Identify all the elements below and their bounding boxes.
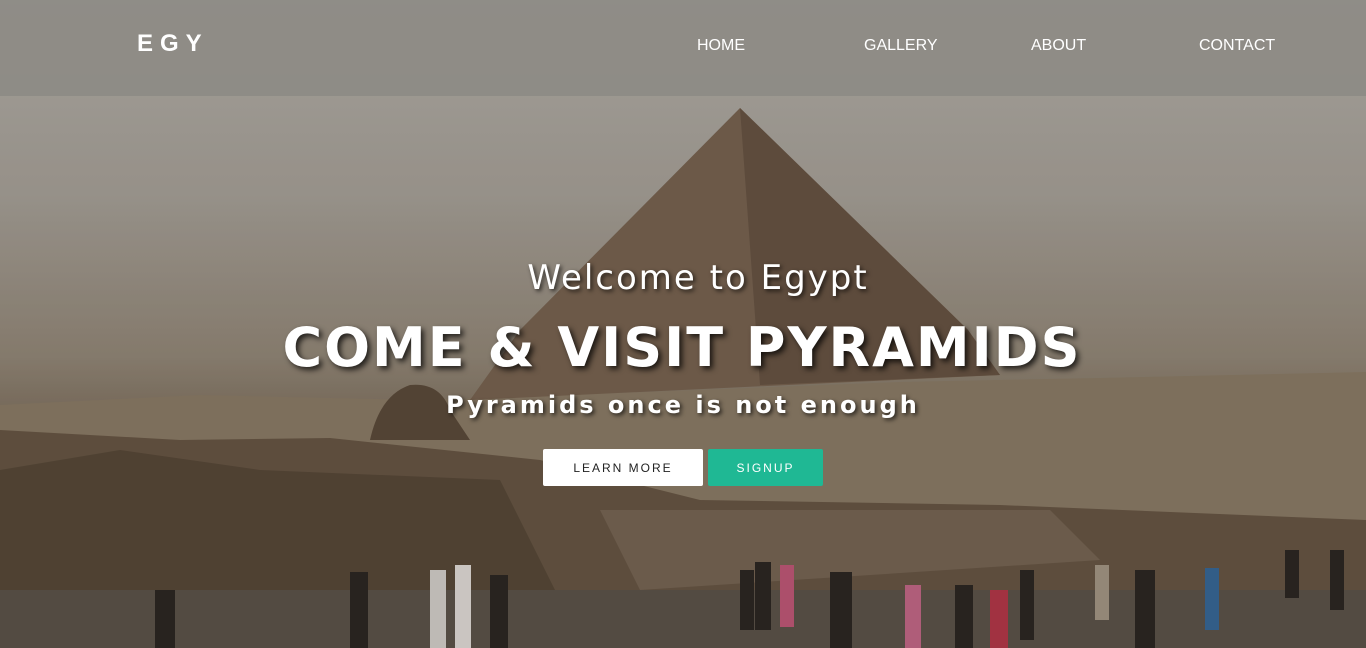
nav-about-link[interactable]: ABOUT xyxy=(1031,37,1086,55)
hero-subline: Pyramids once is not enough xyxy=(446,391,920,419)
brand-logo[interactable]: EGY xyxy=(137,30,209,58)
welcome-heading: Welcome to Egypt xyxy=(527,258,869,298)
nav-home-link[interactable]: HOME xyxy=(697,37,745,55)
signup-button[interactable]: SIGNUP xyxy=(708,449,823,486)
hero-headline: COME & VISIT PYRAMIDS xyxy=(282,316,1082,379)
nav-contact-link[interactable]: CONTACT xyxy=(1199,37,1275,55)
nav-gallery-link[interactable]: GALLERY xyxy=(864,37,938,55)
hero-text-block: Welcome to Egypt COME & VISIT PYRAMIDS P… xyxy=(0,258,1366,419)
learn-more-button[interactable]: LEARN MORE xyxy=(543,449,703,486)
top-navbar: EGY HOME GALLERY ABOUT CONTACT xyxy=(0,0,1366,96)
